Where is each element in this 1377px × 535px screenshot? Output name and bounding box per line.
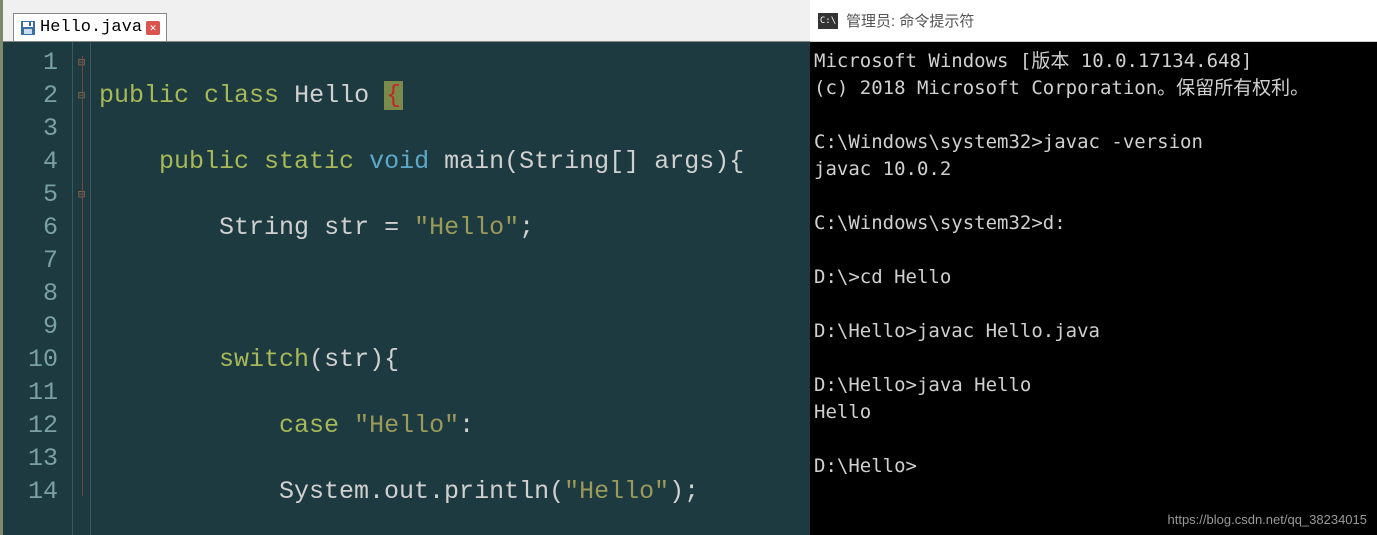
line-number: 9 xyxy=(3,310,72,343)
line-number: 7 xyxy=(3,244,72,277)
line-number: 14 xyxy=(3,475,72,508)
line-number: 5 xyxy=(3,178,72,211)
code-text[interactable]: public class Hello { public static void … xyxy=(91,42,810,535)
file-tab[interactable]: Hello.java ✕ xyxy=(13,13,167,41)
save-icon xyxy=(20,20,36,36)
tab-filename: Hello.java xyxy=(40,18,142,37)
line-number: 11 xyxy=(3,376,72,409)
line-number-gutter: 1 2 3 4 5 6 7 8 9 10 11 12 13 14 xyxy=(3,42,73,535)
code-editor-pane: Hello.java ✕ 1 2 3 4 5 6 7 8 9 10 11 12 … xyxy=(0,0,810,535)
line-number: 1 xyxy=(3,46,72,79)
watermark: https://blog.csdn.net/qq_38234015 xyxy=(1168,512,1368,527)
cmd-prompt-icon: C:\ xyxy=(818,13,838,29)
fold-column: ⊟ ⊟ ⊟ xyxy=(73,42,91,535)
line-number: 13 xyxy=(3,442,72,475)
line-number: 6 xyxy=(3,211,72,244)
code-area[interactable]: 1 2 3 4 5 6 7 8 9 10 11 12 13 14 ⊟ ⊟ ⊟ p… xyxy=(3,42,810,535)
line-number: 10 xyxy=(3,343,72,376)
terminal-titlebar: C:\ 管理员: 命令提示符 xyxy=(810,0,1377,42)
line-number: 12 xyxy=(3,409,72,442)
line-number: 8 xyxy=(3,277,72,310)
tab-bar: Hello.java ✕ xyxy=(3,0,810,42)
line-number: 3 xyxy=(3,112,72,145)
line-number: 4 xyxy=(3,145,72,178)
close-icon[interactable]: ✕ xyxy=(146,21,160,35)
terminal-output[interactable]: Microsoft Windows [版本 10.0.17134.648] (c… xyxy=(810,42,1377,535)
terminal-title: 管理员: 命令提示符 xyxy=(846,10,974,31)
line-number: 2 xyxy=(3,79,72,112)
terminal-pane: C:\ 管理员: 命令提示符 Microsoft Windows [版本 10.… xyxy=(810,0,1377,535)
